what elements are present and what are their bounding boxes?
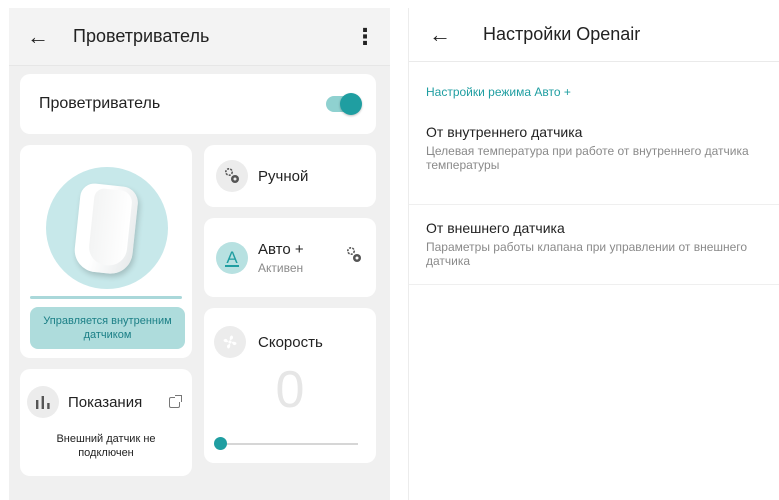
back-arrow-icon[interactable]: ←: [27, 25, 53, 48]
ventilator-screen: ← Проветриватель ⋮ Проветриватель Управл…: [9, 8, 390, 500]
mode-manual-card[interactable]: Ручной: [204, 145, 376, 207]
speed-card: Скорость 0: [204, 308, 376, 463]
setting-internal-sensor[interactable]: От внутреннего датчика Целевая температу…: [409, 122, 779, 205]
bar-chart-icon: [27, 386, 59, 418]
mode-auto-card[interactable]: A Авто + Активен: [204, 218, 376, 297]
mode-auto-status: Активен: [258, 260, 304, 275]
gears-icon: [216, 160, 248, 192]
setting-description: Целевая температура при работе от внутре…: [426, 144, 749, 172]
auto-mode-icon: A: [216, 241, 248, 274]
fan-icon: [214, 326, 246, 358]
setting-description: Параметры работы клапана при управлении …: [426, 240, 748, 268]
readings-label: Показания: [68, 393, 143, 411]
speed-slider-thumb[interactable]: [214, 437, 227, 450]
power-toggle[interactable]: [326, 93, 362, 115]
speed-slider[interactable]: [214, 437, 358, 450]
toggle-knob: [340, 93, 362, 115]
device-image: [46, 167, 168, 289]
back-arrow-icon[interactable]: ←: [429, 23, 455, 46]
app-bar: ← Настройки Openair: [409, 8, 779, 62]
settings-gears-icon[interactable]: [344, 245, 364, 270]
ventilator-device-icon: [72, 182, 140, 276]
mode-manual-label: Ручной: [258, 167, 309, 185]
device-card: Управляется внутренним датчиком: [20, 145, 192, 358]
section-title: Настройки режима Авто +: [426, 85, 571, 99]
setting-external-sensor[interactable]: От внешнего датчика Параметры работы кла…: [409, 205, 779, 285]
open-external-icon[interactable]: [169, 394, 182, 408]
speed-value: 0: [275, 361, 305, 419]
mode-auto-label: Авто +: [258, 240, 304, 258]
power-label: Проветриватель: [39, 95, 161, 112]
settings-screen: ← Настройки Openair Настройки режима Авт…: [408, 8, 779, 500]
speed-label: Скорость: [258, 333, 323, 351]
setting-title: От внутреннего датчика: [426, 124, 583, 140]
more-menu-icon[interactable]: ⋮: [354, 25, 376, 48]
control-source-badge: Управляется внутренним датчиком: [30, 307, 185, 349]
power-card: Проветриватель: [20, 74, 376, 134]
page-title: Настройки Openair: [483, 24, 641, 44]
readings-card[interactable]: Показания Внешний датчик не подключен: [20, 369, 192, 476]
page-title: Проветриватель: [73, 26, 210, 46]
app-bar: ← Проветриватель ⋮: [9, 8, 390, 66]
readings-message: Внешний датчик не подключен: [56, 433, 156, 459]
setting-title: От внешнего датчика: [426, 220, 565, 236]
device-divider: [30, 296, 182, 299]
